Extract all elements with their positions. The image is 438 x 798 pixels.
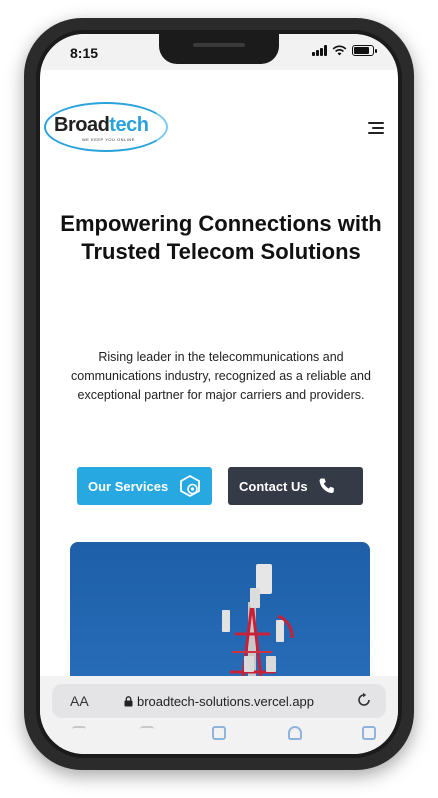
back-icon[interactable]	[72, 726, 86, 740]
phone-icon	[318, 477, 336, 495]
share-icon[interactable]	[212, 726, 226, 740]
hero-description: Rising leader in the telecommunications …	[71, 350, 371, 402]
address-url[interactable]: broadtech-solutions.vercel.app	[52, 694, 386, 709]
contact-us-label: Contact Us	[239, 478, 308, 494]
phone-bezel: 8:15 Broadtech WE KEEP YOU ONLINE Empowe…	[36, 30, 402, 758]
contact-us-button[interactable]: Contact Us	[228, 467, 363, 505]
phone-frame: 8:15 Broadtech WE KEEP YOU ONLINE Empowe…	[24, 18, 414, 770]
reload-icon[interactable]	[356, 692, 372, 713]
forward-icon[interactable]	[140, 726, 154, 740]
battery-icon	[352, 45, 377, 56]
status-icons	[312, 45, 377, 56]
speaker-grille	[193, 43, 245, 47]
phone-screen: 8:15 Broadtech WE KEEP YOU ONLINE Empowe…	[40, 34, 398, 754]
our-services-button[interactable]: Our Services	[77, 467, 212, 505]
address-bar[interactable]: AA broadtech-solutions.vercel.app	[52, 684, 386, 718]
gear-hexagon-icon	[178, 474, 202, 498]
cellular-signal-icon	[312, 45, 327, 56]
hero-title: Empowering Connections with Trusted Tele…	[60, 211, 382, 264]
logo-tagline: WE KEEP YOU ONLINE	[82, 137, 135, 142]
url-text: broadtech-solutions.vercel.app	[136, 693, 315, 709]
bookmarks-icon[interactable]	[288, 726, 302, 740]
our-services-label: Our Services	[88, 478, 169, 494]
notch	[159, 34, 279, 64]
browser-toolbar	[40, 726, 398, 746]
logo-wordmark: Broadtech	[54, 114, 149, 136]
browser-bottom-bar: AA broadtech-solutions.vercel.app	[40, 676, 398, 754]
tabs-icon[interactable]	[362, 726, 376, 740]
status-bar: 8:15	[40, 34, 398, 70]
broadtech-logo[interactable]: Broadtech WE KEEP YOU ONLINE	[44, 102, 168, 156]
status-time: 8:15	[70, 45, 99, 61]
hamburger-menu-icon[interactable]	[368, 122, 384, 134]
lock-icon	[124, 695, 133, 706]
wifi-icon	[332, 45, 347, 56]
site-header: Broadtech WE KEEP YOU ONLINE	[40, 94, 398, 164]
